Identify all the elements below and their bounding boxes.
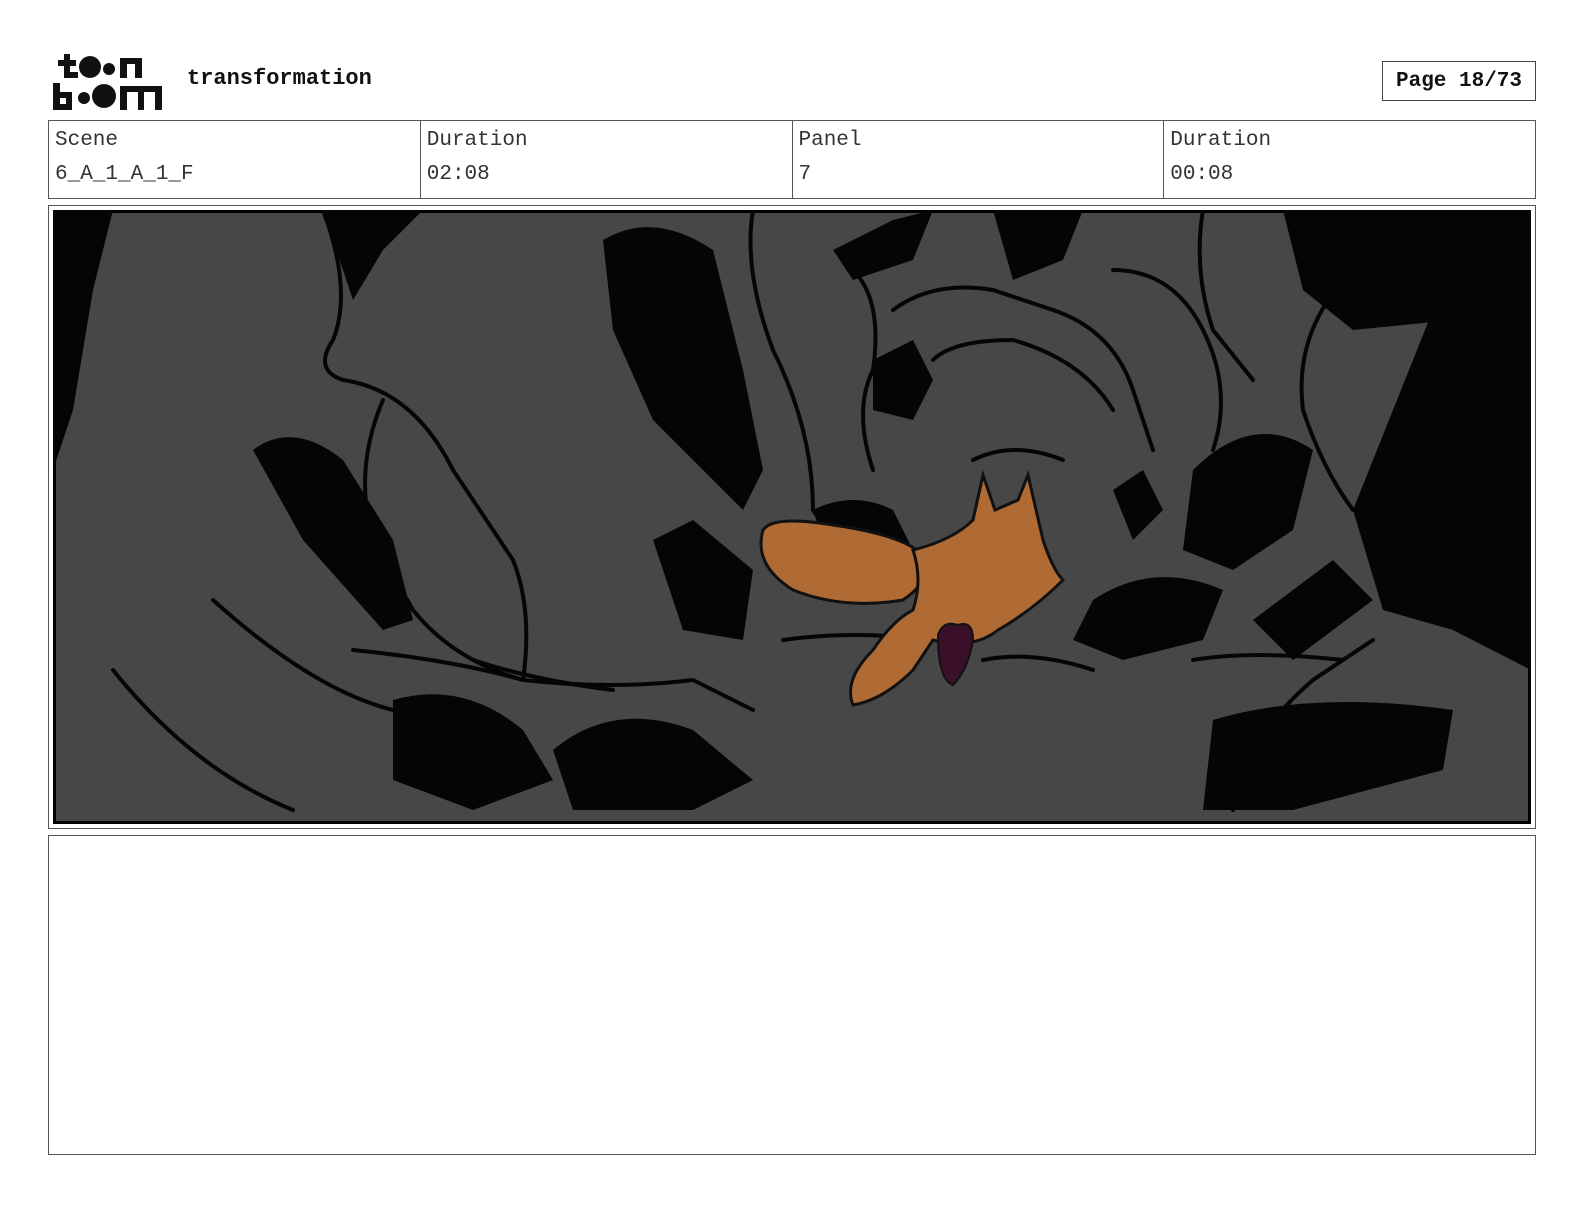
storyboard-panel [48, 205, 1536, 829]
project-title: transformation [187, 66, 372, 91]
scene-value: 6_A_1_A_1_F [55, 163, 194, 186]
scene-info-table: Scene 6_A_1_A_1_F Duration 02:08 Panel 7… [48, 120, 1536, 199]
panel-artwork [53, 210, 1531, 824]
panel-duration-label: Duration [1170, 129, 1272, 152]
scene-duration-label: Duration [426, 129, 528, 152]
panel-duration-value: 00:08 [1170, 163, 1234, 186]
page-number: Page 18/73 [1382, 61, 1536, 101]
scene-label: Scene [55, 129, 119, 152]
panel-duration-cell: Duration 00:08 [1164, 121, 1535, 198]
toon-boom-logo [53, 54, 162, 110]
scene-cell: Scene 6_A_1_A_1_F [49, 121, 421, 198]
panel-value: 7 [798, 163, 812, 186]
panel-notes [48, 835, 1536, 1155]
scene-duration-value: 02:08 [426, 163, 490, 186]
scene-duration-cell: Duration 02:08 [421, 121, 793, 198]
panel-cell: Panel 7 [793, 121, 1165, 198]
panel-label: Panel [798, 129, 862, 152]
